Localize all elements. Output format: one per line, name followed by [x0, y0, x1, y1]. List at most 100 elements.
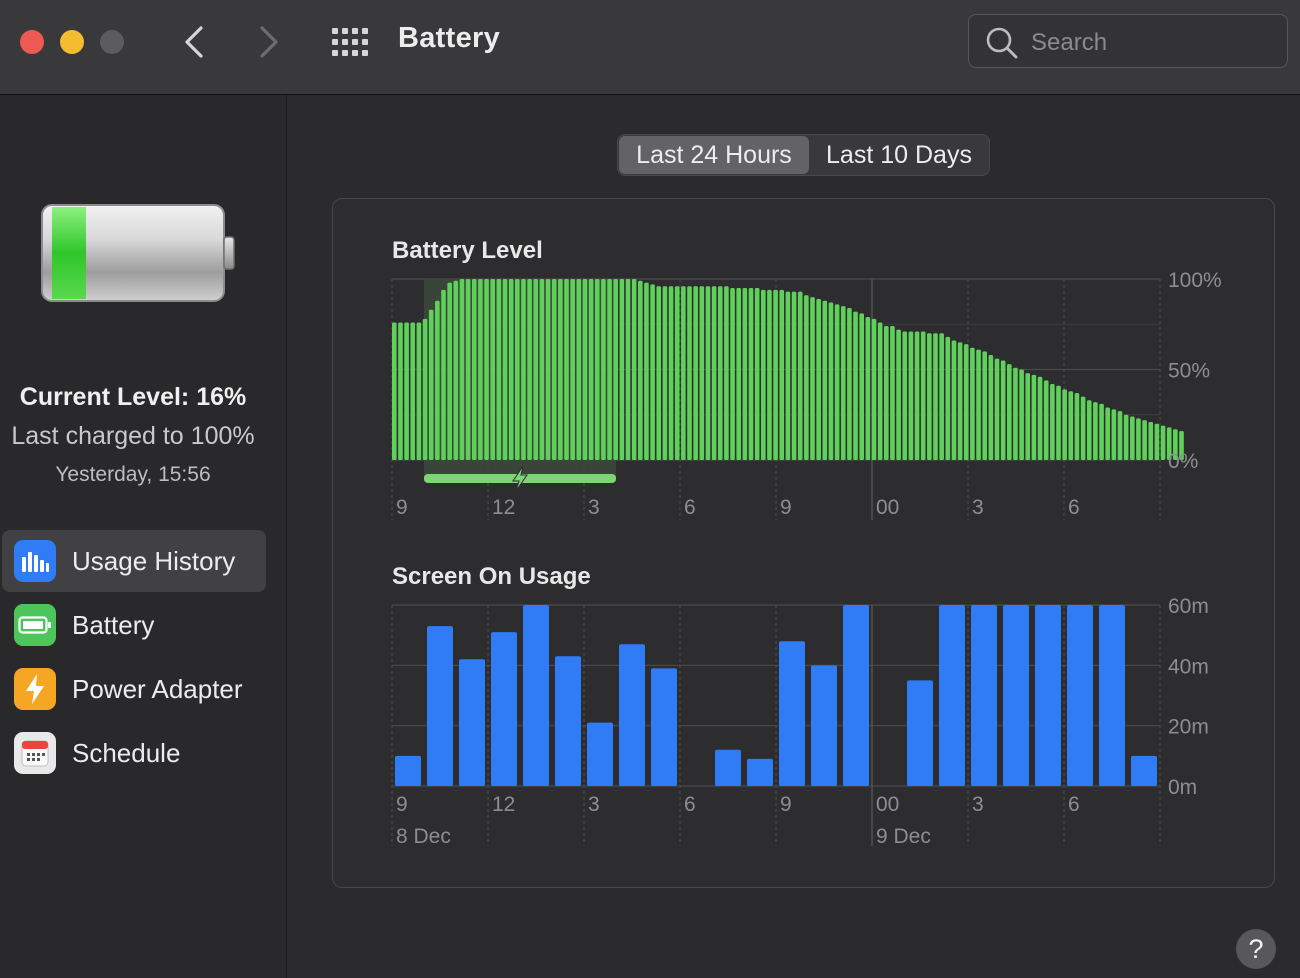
battery-level-bar — [1142, 420, 1147, 460]
battery-level-bar — [582, 279, 588, 460]
screen-usage-bar — [395, 755, 421, 786]
usage-charts-panel: Battery Level Screen On Usage 100% 50% 0% 9… — [332, 198, 1275, 888]
screen-usage-bar — [715, 749, 741, 786]
tab-last-24-hours[interactable]: Last 24 Hours — [619, 136, 809, 174]
grid-icon — [332, 28, 368, 56]
charged-time-text: Yesterday, 15:56 — [55, 463, 211, 486]
screen-usage-bar — [1099, 605, 1125, 786]
battery-level-bar — [890, 326, 895, 460]
sidebar-item-power-adapter[interactable]: Power Adapter — [2, 658, 266, 720]
x-tick-label: 9 — [780, 793, 792, 816]
battery-level-bar — [650, 284, 655, 460]
battery-level-bar — [847, 307, 852, 460]
current-level-text: Current Level: 16% — [19, 383, 247, 411]
battery-level-bar — [1154, 423, 1160, 460]
sidebar-item-label: Power Adapter — [72, 673, 243, 704]
back-button[interactable] — [175, 22, 215, 62]
battery-level-bar — [736, 288, 741, 460]
charts-canvas: 100% 50% 0% 9 12 3 6 9 00 3 6 60m 40m 20m 0m 9 12 3 6 9 00 3 6… — [391, 269, 1222, 848]
screen-usage-bar — [1035, 605, 1061, 786]
battery-level-bar — [1050, 383, 1055, 460]
battery-level-bar — [619, 279, 625, 460]
search-field[interactable] — [968, 14, 1288, 68]
battery-level-bar — [988, 355, 994, 460]
sidebar-item-battery[interactable]: Battery — [2, 594, 266, 656]
sidebar-item-schedule[interactable]: Schedule — [2, 722, 266, 784]
battery-status-graphic — [40, 203, 240, 308]
battery-level-bar — [471, 279, 477, 460]
x-tick-label: 3 — [972, 496, 984, 519]
battery-level-bar — [1013, 367, 1018, 460]
battery-level-bar — [699, 286, 705, 460]
battery-level-bar — [877, 322, 883, 460]
y-tick-label: 0m — [1168, 776, 1197, 799]
battery-level-bar — [717, 286, 723, 460]
battery-level-bar — [920, 331, 926, 460]
show-all-button[interactable] — [330, 26, 370, 58]
x-tick-label: 6 — [1068, 793, 1080, 816]
sidebar-item-usage-history[interactable]: Usage History — [2, 530, 266, 592]
x-tick-label: 6 — [684, 793, 696, 816]
battery-level-bar — [1117, 411, 1123, 460]
battery-level-bar — [1043, 380, 1049, 460]
search-input[interactable] — [1029, 25, 1273, 61]
close-window-button[interactable] — [20, 30, 44, 54]
battery-level-bar — [994, 358, 1000, 460]
battery-level-bar — [834, 304, 840, 460]
battery-level-bar — [1031, 374, 1037, 460]
battery-level-bar — [404, 322, 409, 460]
chevron-right-icon — [260, 26, 278, 58]
battery-level-bar — [705, 286, 711, 460]
battery-level-bar — [453, 280, 459, 460]
battery-level-bar — [970, 347, 975, 460]
sidebar-item-label: Schedule — [72, 737, 181, 768]
battery-level-bar — [508, 279, 514, 460]
usage-history-icon — [14, 540, 56, 582]
battery-level-bar — [638, 280, 643, 460]
date-label: 8 Dec — [396, 825, 451, 848]
screen-usage-bar — [491, 632, 517, 786]
battery-level-bar — [570, 279, 575, 460]
battery-level-bar — [631, 279, 637, 460]
screen-usage-bar — [939, 605, 965, 786]
x-tick-label: 12 — [492, 496, 515, 519]
battery-level-bar — [392, 322, 397, 460]
screen-usage-bar — [651, 668, 677, 786]
battery-level-bar — [896, 329, 901, 460]
battery-level-bar — [1148, 421, 1154, 460]
battery-level-bar — [779, 289, 785, 460]
battery-level-bar — [1099, 403, 1104, 460]
tab-last-10-days[interactable]: Last 10 Days — [811, 136, 987, 174]
battery-level-bar — [859, 313, 864, 460]
battery-level-bar — [594, 279, 600, 460]
battery-level-bar — [1037, 376, 1043, 460]
zoom-window-button[interactable] — [100, 30, 124, 54]
forward-button[interactable] — [248, 22, 288, 62]
battery-level-bar — [957, 342, 963, 460]
battery-level-bar — [668, 286, 674, 460]
battery-level-bar — [551, 279, 557, 460]
battery-level-bar — [588, 279, 594, 460]
battery-level-bar — [976, 349, 981, 460]
battery-level-bar — [1111, 409, 1117, 460]
battery-level-bar — [1105, 407, 1110, 460]
battery-level-bar — [945, 336, 951, 460]
title-bar: Battery — [0, 0, 1300, 95]
battery-level-bar — [742, 288, 748, 460]
help-button[interactable]: ? — [1236, 929, 1276, 969]
battery-level-bar — [662, 286, 668, 460]
battery-level-bar — [465, 279, 471, 460]
battery-level-bar — [914, 331, 920, 460]
battery-level-bar — [933, 333, 938, 460]
x-tick-label: 12 — [492, 793, 515, 816]
battery-level-bar — [785, 291, 791, 460]
battery-level-bar — [865, 317, 871, 460]
x-tick-label: 3 — [588, 496, 600, 519]
battery-level-bar — [804, 295, 809, 460]
minimize-window-button[interactable] — [60, 30, 84, 54]
battery-level-bar — [822, 300, 828, 460]
battery-level-bar — [853, 311, 858, 460]
battery-level-bar — [754, 288, 760, 460]
battery-level-bar — [816, 298, 821, 460]
battery-level-bar — [963, 344, 969, 460]
